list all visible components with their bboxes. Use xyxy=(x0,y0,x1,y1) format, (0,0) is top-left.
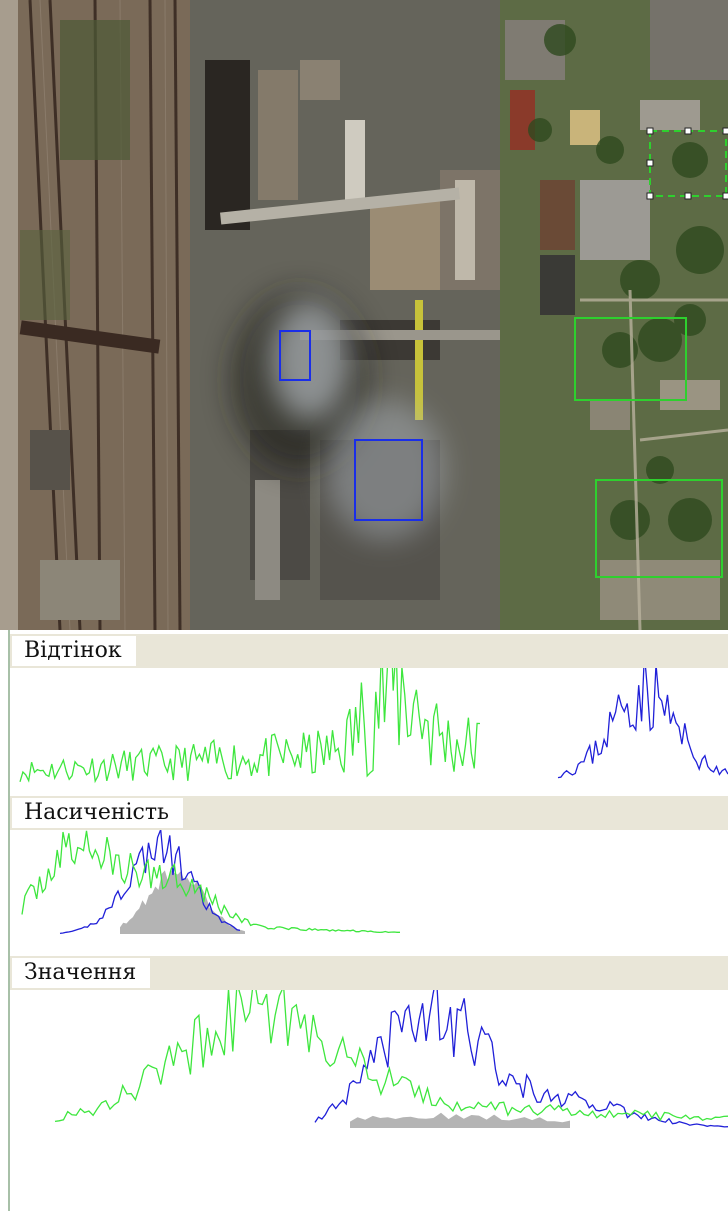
value-histogram-title: Значення xyxy=(12,958,151,988)
value-blue-series xyxy=(314,990,728,1128)
saturation-histogram-section: Насиченість xyxy=(10,796,728,936)
satellite-image xyxy=(0,0,728,630)
saturation-histogram-title: Насиченість xyxy=(12,798,184,828)
histogram-panel: Відтінок Насиченість Значення xyxy=(0,630,728,1211)
hue-histogram-plot xyxy=(10,668,728,786)
hue-green-series xyxy=(19,668,481,784)
hue-histogram-header: Відтінок xyxy=(10,634,728,668)
saturation-histogram-plot xyxy=(10,830,728,936)
value-histogram-section: Значення xyxy=(10,956,728,1211)
value-histogram-header: Значення xyxy=(10,956,728,990)
value-green-series xyxy=(54,990,728,1123)
hue-histogram-section: Відтінок xyxy=(10,634,728,786)
hue-blue-series xyxy=(557,668,728,779)
value-histogram-plot xyxy=(10,990,728,1130)
hue-histogram-title: Відтінок xyxy=(12,636,136,666)
saturation-histogram-header: Насиченість xyxy=(10,796,728,830)
